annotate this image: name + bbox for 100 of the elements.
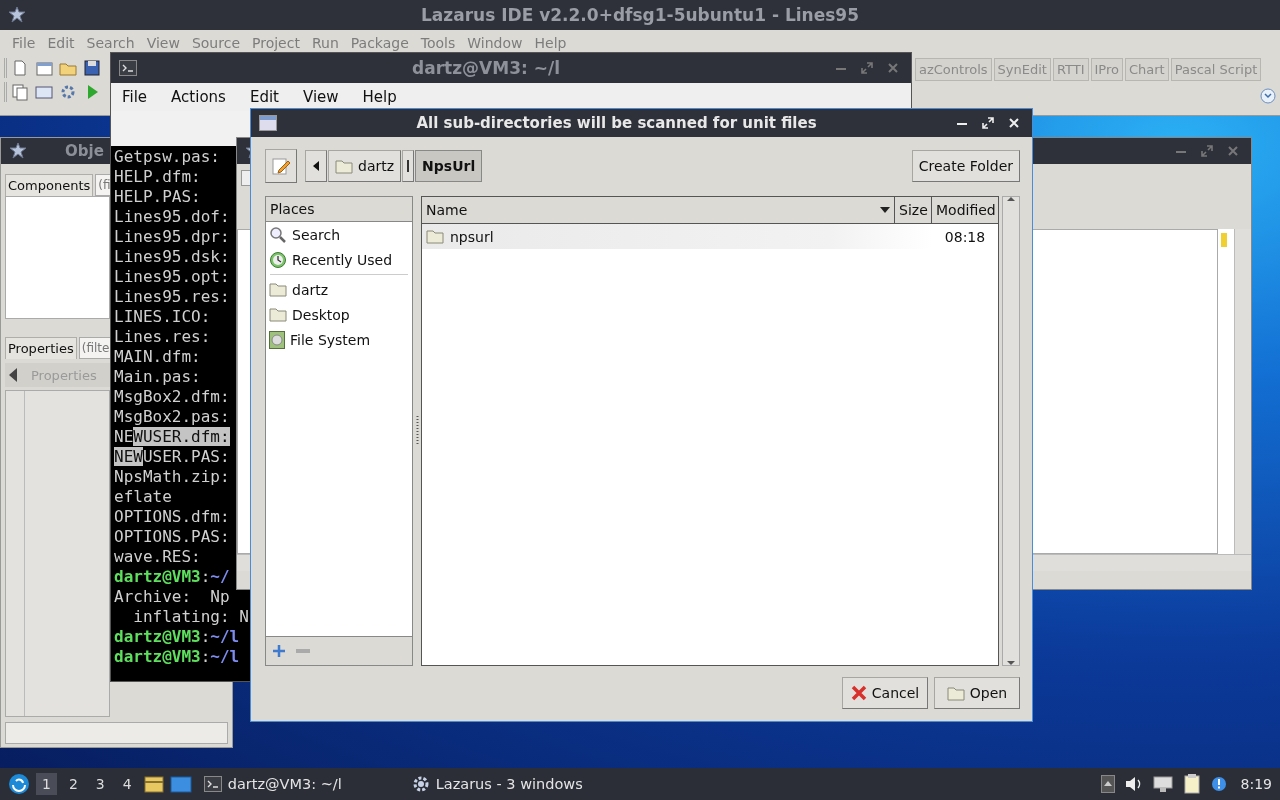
window-icon bbox=[259, 115, 277, 131]
component-list[interactable] bbox=[5, 196, 110, 319]
terminal-line: Lines95.res: bbox=[114, 287, 230, 307]
star-icon bbox=[9, 142, 27, 160]
cross-icon bbox=[850, 685, 867, 701]
place-item[interactable]: Search bbox=[266, 222, 412, 247]
workspace-button[interactable]: 4 bbox=[116, 773, 138, 795]
folder-icon bbox=[426, 229, 444, 244]
clock: 8:19 bbox=[1240, 776, 1272, 792]
terminal-line: Lines95.dof: bbox=[114, 207, 230, 227]
file-name[interactable]: npsurl bbox=[450, 228, 494, 245]
terminal-line: Getpsw.pas: bbox=[114, 147, 220, 167]
column-header: Places bbox=[266, 197, 412, 222]
window-title: Lazarus IDE v2.2.0+dfsg1-5ubuntu1 - Lines95 bbox=[420, 5, 860, 25]
star-icon bbox=[8, 6, 26, 24]
terminal-line: HELP.PAS: bbox=[114, 187, 201, 207]
properties-tab[interactable]: Properties bbox=[5, 337, 77, 359]
terminal-line: MsgBox2.pas: bbox=[114, 407, 230, 427]
create-folder-button[interactable]: Create Folder bbox=[911, 150, 1020, 182]
path-button[interactable]: dartz bbox=[328, 150, 402, 182]
start-icon[interactable] bbox=[8, 773, 30, 795]
left-arrow-icon bbox=[313, 161, 319, 171]
terminal-line: Lines.res: bbox=[114, 327, 211, 347]
terminal-line: dartz@VM3:~/ bbox=[114, 567, 230, 587]
bar-icon bbox=[407, 160, 410, 172]
path-button[interactable]: NpsUrl bbox=[415, 150, 483, 182]
terminal-line: dartz@VM3:~/l bbox=[114, 627, 240, 647]
terminal-line: Archive: Np bbox=[114, 587, 230, 607]
header-label: Properties bbox=[31, 367, 97, 383]
terminal-line: MsgBox2.dfm: bbox=[114, 387, 230, 407]
menu-item[interactable]: Actions bbox=[168, 88, 229, 106]
filter-field[interactable]: (filte bbox=[78, 337, 110, 359]
menu-item[interactable]: View bbox=[299, 88, 342, 106]
folder-icon bbox=[946, 685, 965, 701]
cancel-button[interactable]: Cancel bbox=[842, 677, 928, 709]
scrollbar[interactable] bbox=[1234, 229, 1251, 554]
splitter-handle[interactable] bbox=[415, 416, 419, 446]
copy-icon[interactable] bbox=[10, 82, 30, 102]
terminal-line: Lines95.dpr: bbox=[114, 227, 230, 247]
filter-field[interactable]: (fi bbox=[95, 174, 110, 196]
terminal-line: NpsMath.zip: bbox=[114, 467, 230, 487]
caret-icon bbox=[880, 207, 890, 213]
alert-icon[interactable] bbox=[1210, 776, 1227, 792]
terminal-icon bbox=[119, 60, 137, 76]
terminal-line: inflating: N bbox=[132, 607, 249, 627]
window-icon[interactable] bbox=[169, 775, 192, 793]
window-title: dartz@VM3: ~/l bbox=[411, 58, 561, 78]
column-header[interactable]: Modified bbox=[932, 197, 998, 223]
terminal-line: HELP.dfm: bbox=[114, 167, 201, 187]
place-item[interactable]: Recently Used bbox=[266, 247, 412, 272]
workspace-button[interactable]: 3 bbox=[89, 773, 111, 795]
workspace-button[interactable]: 1 bbox=[36, 773, 57, 795]
open-button[interactable]: Open bbox=[934, 677, 1020, 709]
window-title: All sub-directories will be scanned for unit files bbox=[415, 114, 818, 132]
folder-icon bbox=[269, 282, 287, 297]
task-button[interactable]: Lazarus - 3 windows bbox=[405, 775, 608, 793]
up-arrow-icon[interactable] bbox=[1007, 197, 1015, 201]
terminal-line: OPTIONS.PAS: bbox=[114, 527, 230, 547]
menu-item[interactable]: Edit bbox=[246, 88, 282, 106]
components-tab[interactable]: Components bbox=[5, 174, 94, 196]
terminal-line: Lines95.dsk: bbox=[114, 247, 230, 267]
chevron-icon[interactable] bbox=[1260, 88, 1276, 104]
terminal-line: LINES.ICO: bbox=[114, 307, 211, 327]
change-marker bbox=[1221, 233, 1227, 247]
speaker-icon[interactable] bbox=[1124, 776, 1143, 792]
gear-icon bbox=[411, 775, 430, 793]
monitor-icon[interactable] bbox=[1152, 775, 1173, 793]
pencil-icon bbox=[271, 156, 291, 176]
column-header[interactable]: Size bbox=[895, 197, 932, 223]
down-arrow-icon[interactable] bbox=[1007, 661, 1015, 665]
window-title: Obje bbox=[64, 142, 104, 160]
terminal-icon bbox=[203, 776, 222, 792]
plus-icon[interactable] bbox=[272, 644, 286, 658]
task-button[interactable]: dartz@VM3: ~/l bbox=[197, 776, 400, 792]
folder-icon[interactable] bbox=[143, 775, 164, 793]
clipboard-icon[interactable] bbox=[1182, 774, 1201, 794]
terminal-line: dartz@VM3:~/l bbox=[114, 647, 240, 667]
scrollbar[interactable] bbox=[1002, 196, 1020, 666]
clock-icon bbox=[269, 250, 287, 269]
terminal-line: eflate bbox=[114, 487, 172, 507]
column-header[interactable]: Name bbox=[422, 197, 895, 223]
place-item[interactable]: dartz bbox=[266, 277, 412, 302]
menu-item[interactable]: File bbox=[119, 88, 151, 106]
terminal-line: Main.pas: bbox=[114, 367, 201, 387]
edit-button[interactable] bbox=[265, 149, 297, 183]
back-button[interactable] bbox=[305, 150, 327, 182]
terminal-line: Lines95.opt: bbox=[114, 267, 230, 287]
terminal-line: OPTIONS.dfm: bbox=[114, 507, 230, 527]
folder-icon bbox=[335, 158, 353, 174]
menu-item[interactable]: Help bbox=[359, 88, 400, 106]
place-item[interactable]: Desktop bbox=[266, 302, 412, 327]
left-arrow-icon[interactable] bbox=[9, 368, 17, 382]
scroll-button[interactable] bbox=[402, 150, 415, 182]
modified-cell-text: 08:18 bbox=[943, 228, 987, 245]
place-item[interactable]: File System bbox=[266, 327, 412, 352]
search-icon bbox=[269, 225, 287, 244]
terminal-line: wave.RES: bbox=[114, 547, 201, 567]
folder-icon bbox=[269, 307, 287, 322]
terminal-line: MAIN.dfm: bbox=[114, 347, 201, 367]
workspace-button[interactable]: 2 bbox=[62, 773, 84, 795]
